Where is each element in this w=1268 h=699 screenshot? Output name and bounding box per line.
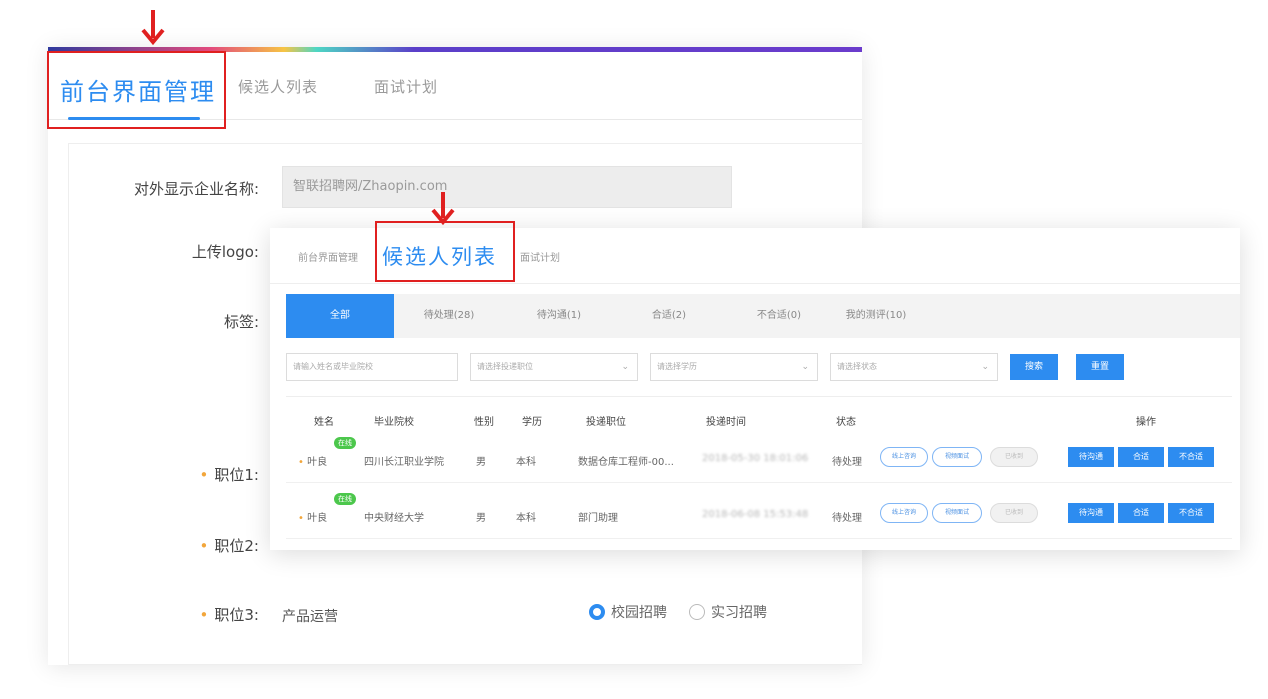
unsuitable-button[interactable]: 不合适 — [1168, 503, 1214, 523]
video-interview-pill[interactable]: 视频面试 — [932, 447, 982, 467]
header-name: 姓名 — [314, 417, 334, 428]
candidate-status: 待处理 — [832, 513, 862, 524]
to-contact-button[interactable]: 待沟通 — [1068, 503, 1114, 523]
candidate-time: 2018-05-30 18:01:06 — [702, 453, 809, 464]
radio-selected-icon — [589, 604, 605, 620]
logo-label: 上传logo: — [191, 243, 259, 261]
chevron-down-icon: ⌄ — [621, 362, 629, 372]
radio-campus[interactable]: 校园招聘 — [589, 602, 667, 622]
suitable-button[interactable]: 合适 — [1118, 503, 1164, 523]
unsuitable-button[interactable]: 不合适 — [1168, 447, 1214, 467]
to-contact-button[interactable]: 待沟通 — [1068, 447, 1114, 467]
name-school-search-input[interactable]: 请输入姓名或毕业院校 — [286, 353, 458, 381]
candidate-name[interactable]: • 叶良 — [298, 453, 327, 468]
search-button[interactable]: 搜索 — [1010, 354, 1058, 380]
received-pill: 已收到 — [990, 503, 1038, 523]
annotation-arrow-down-icon — [141, 10, 165, 46]
suitable-button[interactable]: 合适 — [1118, 447, 1164, 467]
header-education: 学历 — [522, 417, 542, 428]
filter-tab-suitable[interactable]: 合适(2) — [614, 294, 724, 338]
annotation-highlight-box — [375, 221, 515, 282]
education-select[interactable]: 请选择学历 ⌄ — [650, 353, 818, 381]
filter-tab-pending[interactable]: 待处理(28) — [394, 294, 504, 338]
tab-candidate-list[interactable]: 候选人列表 — [238, 76, 318, 97]
online-consult-pill[interactable]: 线上咨询 — [880, 503, 928, 523]
radio-intern[interactable]: 实习招聘 — [689, 602, 767, 622]
table-row[interactable]: 在线 • 叶良 中央财经大学 男 本科 部门助理 2018-06-08 15:5… — [286, 485, 1232, 539]
required-dot: • — [199, 537, 209, 555]
candidate-table: 姓名 毕业院校 性别 学历 投递职位 投递时间 状态 操作 在线 • 叶良 四川… — [286, 396, 1232, 546]
candidate-education: 本科 — [516, 457, 536, 468]
tab-frontend-management[interactable]: 前台界面管理 — [298, 249, 358, 264]
tab-interview-plan[interactable]: 面试计划 — [374, 76, 438, 97]
company-name-input[interactable]: 智联招聘网/Zhaopin.com — [282, 166, 732, 208]
chevron-down-icon: ⌄ — [801, 362, 809, 372]
video-interview-pill[interactable]: 视频面试 — [932, 503, 982, 523]
required-dot: • — [199, 466, 209, 484]
candidate-school: 中央财经大学 — [364, 513, 424, 524]
position-select[interactable]: 请选择投递职位 ⌄ — [470, 353, 638, 381]
candidate-status: 待处理 — [832, 457, 862, 468]
candidate-gender: 男 — [476, 457, 486, 468]
candidate-position: 数据仓库工程师-00... — [578, 457, 674, 468]
candidate-position: 部门助理 — [578, 513, 618, 524]
candidate-school: 四川长江职业学院 — [364, 457, 444, 468]
radio-unselected-icon — [689, 604, 705, 620]
position-2-label: • 职位2: — [199, 537, 259, 555]
filter-tab-all[interactable]: 全部 — [286, 294, 394, 338]
header-actions: 操作 — [1136, 417, 1156, 428]
status-select[interactable]: 请选择状态 ⌄ — [830, 353, 998, 381]
online-consult-pill[interactable]: 线上咨询 — [880, 447, 928, 467]
table-row[interactable]: 在线 • 叶良 四川长江职业学院 男 本科 数据仓库工程师-00... 2018… — [286, 429, 1232, 483]
candidate-gender: 男 — [476, 513, 486, 524]
header-school: 毕业院校 — [374, 417, 414, 428]
filter-tab-my-evaluation[interactable]: 我的测评(10) — [816, 294, 936, 338]
header-gender: 性别 — [474, 417, 494, 428]
company-name-label: 对外显示企业名称: — [133, 180, 259, 198]
header-position: 投递职位 — [586, 417, 626, 428]
annotation-highlight-box — [47, 51, 226, 129]
reset-button[interactable]: 重置 — [1076, 354, 1124, 380]
required-dot: • — [199, 606, 209, 624]
candidate-name[interactable]: • 叶良 — [298, 509, 327, 524]
candidate-time: 2018-06-08 15:53:48 — [702, 509, 809, 520]
candidate-education: 本科 — [516, 513, 536, 524]
chevron-down-icon: ⌄ — [981, 362, 989, 372]
position-3-label: • 职位3: — [199, 606, 259, 624]
filter-tab-to-contact[interactable]: 待沟通(1) — [504, 294, 614, 338]
header-status: 状态 — [836, 417, 856, 428]
tags-label: 标签: — [223, 313, 259, 331]
position-3-value: 产品运营 — [282, 609, 338, 625]
received-pill: 已收到 — [990, 447, 1038, 467]
online-badge: 在线 — [334, 437, 356, 449]
online-badge: 在线 — [334, 493, 356, 505]
tab-interview-plan[interactable]: 面试计划 — [520, 249, 560, 264]
status-filter-tabs: 全部 待处理(28) 待沟通(1) 合适(2) 不合适(0) 我的测评(10) — [286, 294, 1240, 338]
header-time: 投递时间 — [706, 417, 746, 428]
position-1-label: • 职位1: — [199, 466, 259, 484]
